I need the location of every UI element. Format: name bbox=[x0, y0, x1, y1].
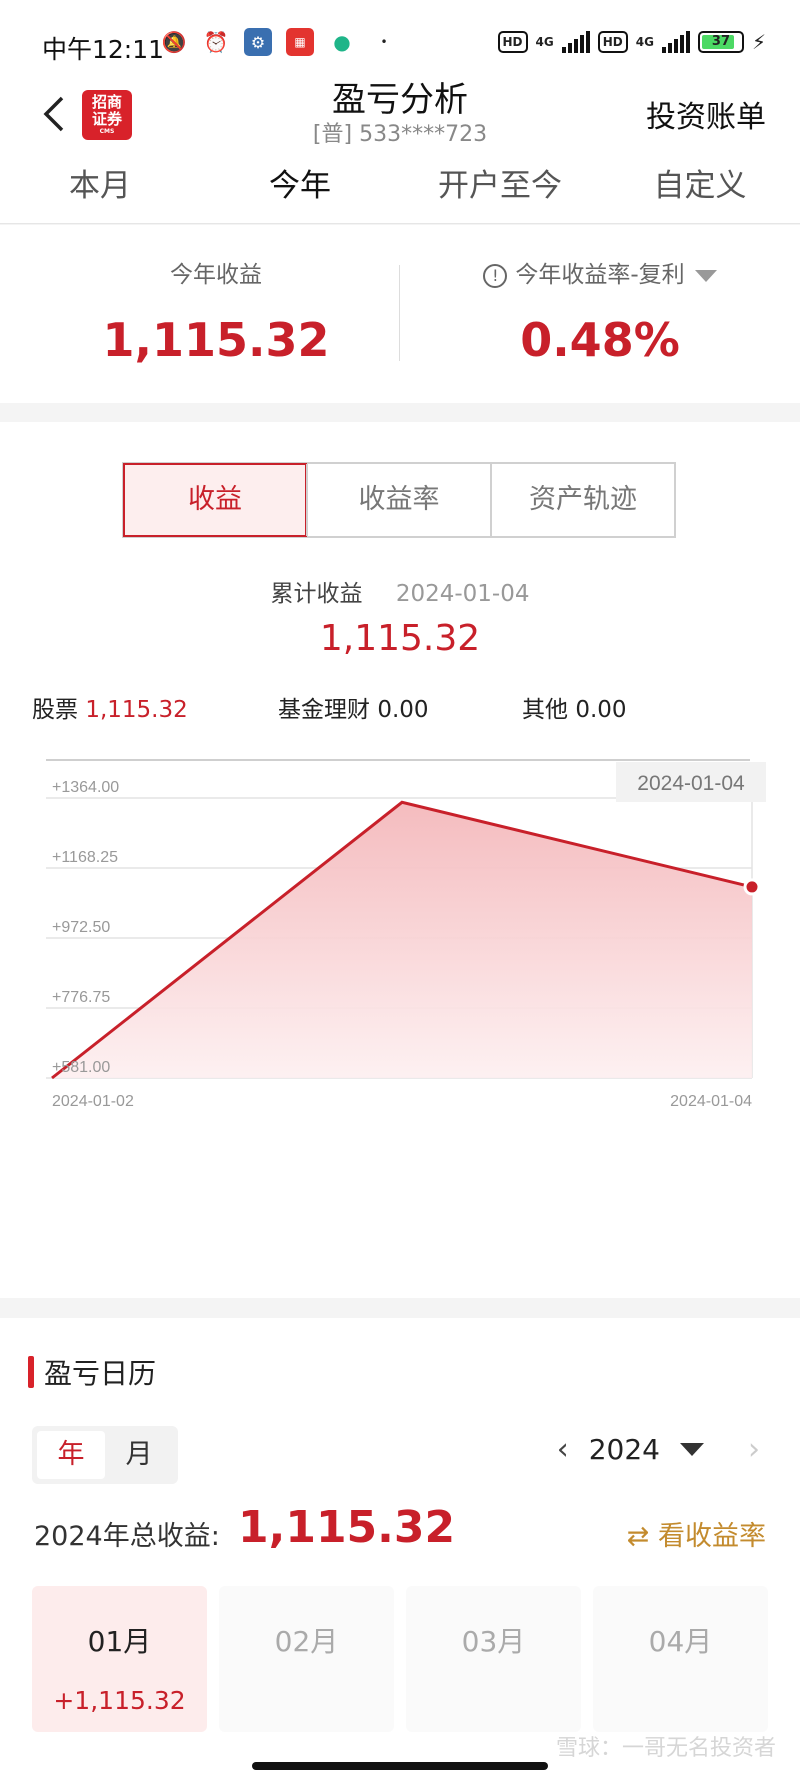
month-grid: 01月 +1,115.32 02月 03月 04月 bbox=[32, 1586, 768, 1732]
y-tick-label: +581.00 bbox=[52, 1059, 110, 1076]
charging-icon: ⚡ bbox=[751, 30, 766, 54]
x-tick-label: 2024-01-04 bbox=[670, 1093, 752, 1110]
section-accent-bar bbox=[28, 1356, 34, 1388]
home-indicator[interactable] bbox=[252, 1762, 548, 1770]
y-tick-label: +1168.25 bbox=[52, 849, 118, 866]
view-return-rate-label: 看收益率 bbox=[658, 1521, 766, 1552]
pnl-calendar: 盈亏日历 年 月 ‹ 2024 › 2024年总收益: 1,115.32 ⇄ 看… bbox=[0, 1318, 800, 1778]
signal-icon bbox=[561, 31, 590, 53]
rate-label: 今年收益率-复利 bbox=[515, 262, 685, 288]
summary-panel: 今年收益 1,115.32 ! 今年收益率-复利 0.48% bbox=[0, 225, 800, 403]
network-label: 4G bbox=[535, 35, 554, 49]
tab-this-year[interactable]: 今年 bbox=[200, 156, 400, 223]
month-value: +1,115.32 bbox=[53, 1686, 186, 1715]
signal-icon-2 bbox=[661, 31, 690, 53]
y-tick-label: +972.50 bbox=[52, 919, 110, 936]
bell-off-icon: 🔕 bbox=[161, 30, 187, 54]
dropdown-arrow-icon[interactable] bbox=[694, 269, 717, 282]
y-tick-label: +776.75 bbox=[52, 989, 110, 1006]
profit-chart[interactable]: +1364.00 +1168.25 +972.50 +776.75 +581.00 202… bbox=[0, 422, 800, 1298]
status-notification-icons: 🔕 ⏰ ⚙ ▦ ● • bbox=[160, 28, 398, 56]
month-name: 02月 bbox=[274, 1625, 339, 1658]
hd-icon-2: HD bbox=[597, 31, 628, 53]
profit-value: 1,115.32 bbox=[102, 313, 330, 367]
month-name: 01月 bbox=[87, 1625, 152, 1658]
tooltip-date: 2024-01-04 bbox=[637, 772, 745, 795]
month-cell[interactable]: 03月 bbox=[406, 1586, 581, 1732]
year-toggle-button[interactable]: 年 bbox=[37, 1431, 105, 1479]
app-header: 招商证券 CMS 盈亏分析 [普] 533****723 投资账单 bbox=[0, 70, 800, 156]
watermark: 雪球：一哥无名投资者 bbox=[555, 1736, 776, 1761]
year-total-value: 1,115.32 bbox=[238, 1502, 456, 1553]
month-cell[interactable]: 01月 +1,115.32 bbox=[32, 1586, 207, 1732]
chart-tooltip: 2024-01-04 bbox=[616, 762, 766, 802]
swap-arrows-icon: ⇄ bbox=[626, 1521, 658, 1552]
profit-summary: 今年收益 1,115.32 bbox=[16, 255, 416, 367]
chevron-right-icon[interactable]: › bbox=[748, 1432, 760, 1467]
settings-app-icon: ⚙ bbox=[244, 28, 272, 56]
y-tick-label: +1364.00 bbox=[52, 779, 119, 796]
leaf-icon: ● bbox=[333, 30, 351, 54]
month-cell[interactable]: 02月 bbox=[219, 1586, 394, 1732]
status-time: 中午12:11 bbox=[42, 35, 165, 64]
year-month-toggle: 年 月 bbox=[32, 1426, 178, 1484]
calendar-title: 盈亏日历 bbox=[44, 1357, 157, 1390]
tab-since-opening[interactable]: 开户至今 bbox=[400, 156, 600, 223]
chart-card: 收益 收益率 资产轨迹 累计收益 2024-01-04 1,115.32 股票 … bbox=[0, 422, 800, 1298]
tab-custom[interactable]: 自定义 bbox=[600, 156, 800, 223]
battery-icon: 37 bbox=[697, 31, 744, 53]
tab-this-month[interactable]: 本月 bbox=[0, 156, 200, 223]
chevron-left-icon[interactable]: ‹ bbox=[557, 1432, 569, 1467]
alarm-icon: ⏰ bbox=[203, 30, 229, 54]
month-name: 03月 bbox=[461, 1625, 526, 1658]
series-point-current bbox=[743, 878, 761, 896]
month-name: 04月 bbox=[648, 1625, 713, 1658]
view-return-rate-link[interactable]: ⇄ 看收益率 bbox=[627, 1514, 766, 1553]
x-tick-label: 2024-01-02 bbox=[52, 1093, 134, 1110]
year-dropdown-icon[interactable] bbox=[680, 1443, 704, 1456]
hd-icon: HD bbox=[497, 31, 528, 53]
chart-area bbox=[51, 800, 761, 1080]
info-icon[interactable]: ! bbox=[483, 263, 508, 288]
month-toggle-button[interactable]: 月 bbox=[105, 1431, 173, 1479]
rate-value: 0.48% bbox=[520, 313, 680, 367]
month-cell[interactable]: 04月 bbox=[593, 1586, 768, 1732]
year-value[interactable]: 2024 bbox=[589, 1433, 660, 1466]
status-system-icons: HD 4G HD 4G 37 ⚡ bbox=[497, 30, 766, 54]
period-tabs: 本月 今年 开户至今 自定义 bbox=[0, 156, 800, 224]
year-selector: ‹ 2024 › bbox=[557, 1432, 760, 1467]
rate-summary: ! 今年收益率-复利 0.48% bbox=[400, 255, 800, 367]
rate-selector[interactable]: ! 今年收益率-复利 bbox=[400, 255, 800, 289]
app-notification-icon: ▦ bbox=[286, 28, 314, 56]
investment-bill-link[interactable]: 投资账单 bbox=[646, 92, 766, 136]
profit-label: 今年收益 bbox=[170, 262, 262, 288]
series-area bbox=[52, 802, 752, 1078]
year-total-label: 2024年总收益: bbox=[34, 1521, 220, 1552]
dot-icon: • bbox=[380, 35, 388, 49]
network-label-2: 4G bbox=[635, 35, 654, 49]
